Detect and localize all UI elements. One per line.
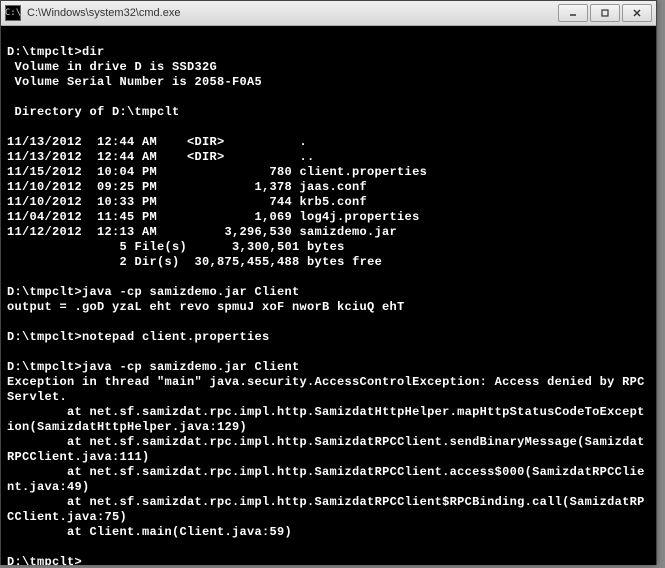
titlebar[interactable]: C:\ C:\Windows\system32\cmd.exe (1, 1, 656, 26)
terminal-line: Exception in thread "main" java.security… (7, 375, 650, 405)
terminal-line (7, 120, 650, 135)
terminal-line: 11/15/2012 10:04 PM 780 client.propertie… (7, 165, 650, 180)
terminal-line (7, 90, 650, 105)
terminal-line: D:\tmpclt>java -cp samizdemo.jar Client (7, 360, 650, 375)
terminal-line: Directory of D:\tmpclt (7, 105, 650, 120)
terminal-line: at net.sf.samizdat.rpc.impl.http.Samizda… (7, 465, 650, 495)
close-icon (632, 8, 642, 18)
terminal-line: D:\tmpclt>dir (7, 45, 650, 60)
terminal-line: 5 File(s) 3,300,501 bytes (7, 240, 650, 255)
terminal-line: output = .goD yzaL eht revo spmuJ xoF nw… (7, 300, 650, 315)
terminal-line (7, 540, 650, 555)
terminal-line (7, 30, 650, 45)
terminal-line: at net.sf.samizdat.rpc.impl.http.Samizda… (7, 405, 650, 435)
close-button[interactable] (622, 4, 652, 22)
maximize-button[interactable] (590, 4, 620, 22)
terminal-line (7, 315, 650, 330)
maximize-icon (600, 8, 610, 18)
terminal-line: D:\tmpclt>notepad client.properties (7, 330, 650, 345)
window-title: C:\Windows\system32\cmd.exe (27, 7, 558, 19)
terminal-line: D:\tmpclt>java -cp samizdemo.jar Client (7, 285, 650, 300)
terminal-line: 11/13/2012 12:44 AM <DIR> . (7, 135, 650, 150)
minimize-icon (568, 8, 578, 18)
terminal-line: Volume Serial Number is 2058-F0A5 (7, 75, 650, 90)
minimize-button[interactable] (558, 4, 588, 22)
terminal-line (7, 270, 650, 285)
terminal-line: 11/10/2012 09:25 PM 1,378 jaas.conf (7, 180, 650, 195)
cmd-window: C:\ C:\Windows\system32\cmd.exe D:\tmpcl… (0, 0, 657, 565)
terminal-line: Volume in drive D is SSD32G (7, 60, 650, 75)
terminal-line: at Client.main(Client.java:59) (7, 525, 650, 540)
terminal-line: 11/10/2012 10:33 PM 744 krb5.conf (7, 195, 650, 210)
cmd-icon: C:\ (5, 5, 21, 21)
titlebar-buttons (558, 4, 652, 22)
terminal-line: 11/13/2012 12:44 AM <DIR> .. (7, 150, 650, 165)
terminal-line: at net.sf.samizdat.rpc.impl.http.Samizda… (7, 495, 650, 525)
terminal-line: 2 Dir(s) 30,875,455,488 bytes free (7, 255, 650, 270)
terminal-line: at net.sf.samizdat.rpc.impl.http.Samizda… (7, 435, 650, 465)
terminal-line: D:\tmpclt> (7, 555, 650, 565)
terminal-line: 11/12/2012 12:13 AM 3,296,530 samizdemo.… (7, 225, 650, 240)
terminal-output[interactable]: D:\tmpclt>dir Volume in drive D is SSD32… (1, 26, 656, 565)
terminal-line: 11/04/2012 11:45 PM 1,069 log4j.properti… (7, 210, 650, 225)
terminal-line (7, 345, 650, 360)
